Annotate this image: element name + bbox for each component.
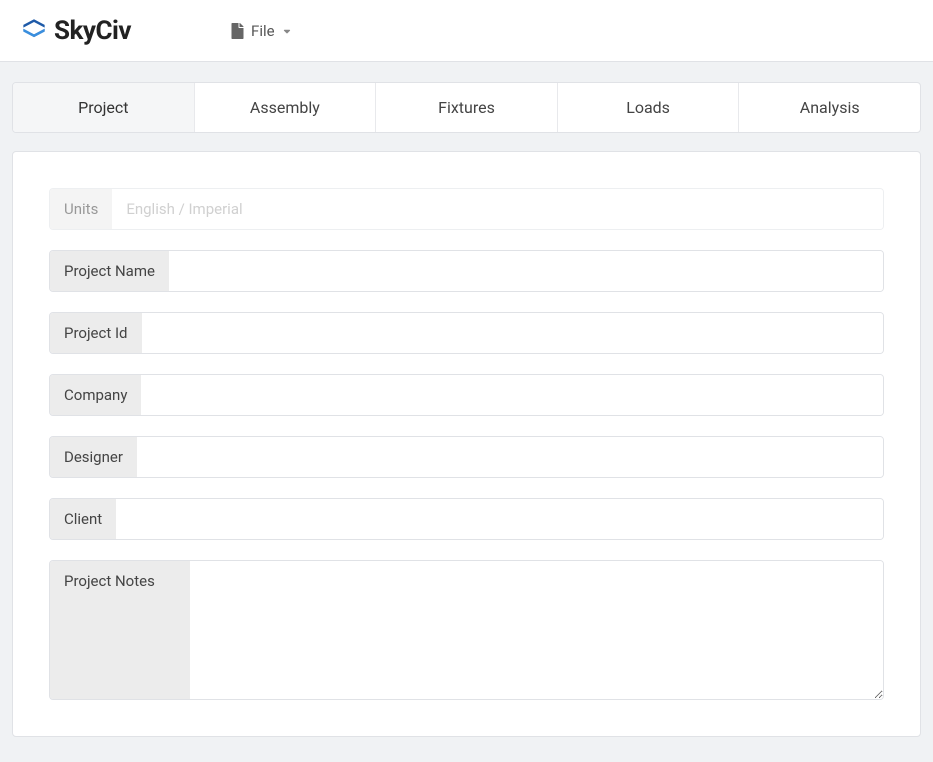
client-label: Client [50,499,116,539]
tab-label: Loads [626,98,670,117]
project-panel: Units English / Imperial Project Name Pr… [12,151,921,737]
file-menu-label: File [251,22,275,40]
project-id-label: Project Id [50,313,142,353]
project-notes-row: Project Notes [49,560,884,700]
tab-label: Fixtures [438,98,495,117]
project-name-row: Project Name [49,250,884,292]
tab-label: Analysis [800,98,860,117]
file-icon [231,23,244,39]
designer-label: Designer [50,437,137,477]
tab-assembly[interactable]: Assembly [195,83,377,132]
company-input[interactable] [141,375,883,415]
tab-project[interactable]: Project [13,83,195,132]
workspace: Project Assembly Fixtures Loads Analysis… [0,62,933,757]
skyciv-logo-icon [20,17,48,45]
project-notes-input[interactable] [190,561,883,699]
company-row: Company [49,374,884,416]
units-value: English / Imperial [112,189,883,229]
brand-logo: SkyCiv [20,16,131,46]
brand-name: SkyCiv [54,16,131,46]
company-label: Company [50,375,141,415]
tab-analysis[interactable]: Analysis [739,83,920,132]
tab-label: Project [78,98,128,117]
tab-label: Assembly [250,98,320,117]
designer-input[interactable] [137,437,883,477]
client-row: Client [49,498,884,540]
client-input[interactable] [116,499,883,539]
tab-loads[interactable]: Loads [558,83,740,132]
units-row: Units English / Imperial [49,188,884,230]
project-id-row: Project Id [49,312,884,354]
tabs-bar: Project Assembly Fixtures Loads Analysis [12,82,921,133]
file-menu[interactable]: File [231,22,292,40]
units-label: Units [50,189,112,229]
project-id-input[interactable] [142,313,883,353]
project-name-label: Project Name [50,251,169,291]
top-bar: SkyCiv File [0,0,933,62]
project-name-input[interactable] [169,251,883,291]
chevron-down-icon [282,26,292,36]
tab-fixtures[interactable]: Fixtures [376,83,558,132]
project-notes-label: Project Notes [50,561,190,699]
designer-row: Designer [49,436,884,478]
